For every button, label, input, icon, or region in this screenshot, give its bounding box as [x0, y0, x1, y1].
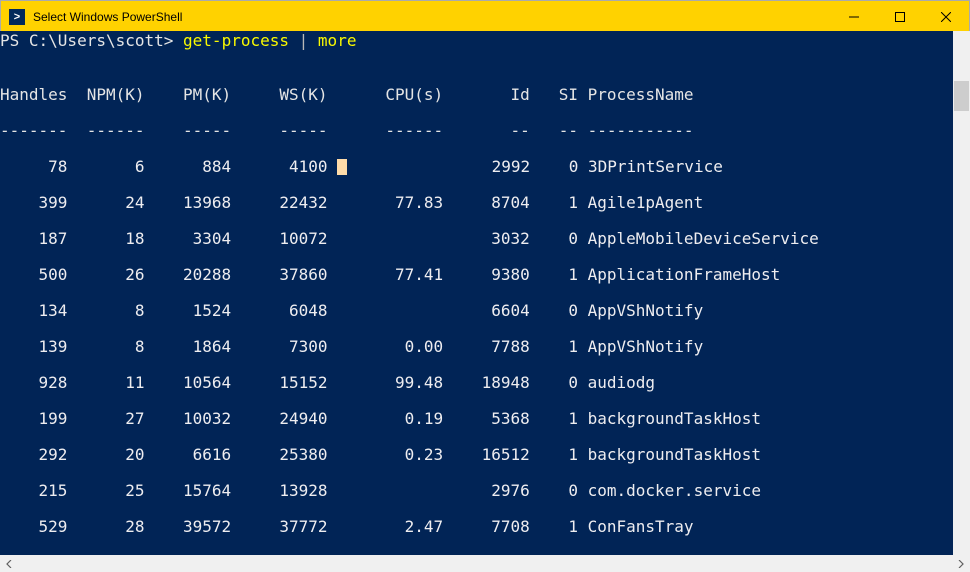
table-row: 928 11 10564 15152 99.48 18948 0 audiodg [0, 374, 970, 392]
minimize-button[interactable] [831, 1, 877, 32]
table-row: 399 24 13968 22432 77.83 8704 1 Agile1pA… [0, 194, 970, 212]
table-row: 500 26 20288 37860 77.41 9380 1 Applicat… [0, 266, 970, 284]
table-row: 78 6 884 4100 2992 0 3DPrintService [0, 158, 970, 176]
table-row: 134 8 1524 6048 6604 0 AppVShNotify [0, 302, 970, 320]
scroll-right-arrow[interactable] [955, 558, 967, 570]
prompt-path: PS C:\Users\scott> [0, 31, 173, 50]
table-row: 215 25 15764 13928 2976 0 com.docker.ser… [0, 482, 970, 500]
maximize-button[interactable] [877, 1, 923, 32]
prompt-pager: more [318, 31, 357, 50]
column-underline: ------- ------ ----- ----- ------ -- -- … [0, 122, 970, 140]
column-headers: Handles NPM(K) PM(K) WS(K) CPU(s) Id SI … [0, 86, 970, 104]
prompt-command: get-process [183, 31, 289, 50]
terminal-output[interactable]: PS C:\Users\scott> get-process | more Ha… [0, 31, 970, 555]
scroll-left-arrow[interactable] [3, 558, 15, 570]
table-row: 139 8 1864 7300 0.00 7788 1 AppVShNotify [0, 338, 970, 356]
table-row: 529 28 39572 37772 2.47 7708 1 ConFansTr… [0, 518, 970, 536]
vertical-scroll-thumb[interactable] [954, 81, 969, 111]
pipe-symbol: | [299, 31, 309, 50]
titlebar[interactable]: > Select Windows PowerShell [1, 1, 969, 32]
cursor [337, 159, 347, 175]
horizontal-scrollbar[interactable] [0, 555, 970, 572]
close-button[interactable] [923, 1, 969, 32]
vertical-scrollbar[interactable] [953, 31, 970, 555]
window-title: Select Windows PowerShell [33, 10, 831, 24]
table-row: 292 20 6616 25380 0.23 16512 1 backgroun… [0, 446, 970, 464]
powershell-icon: > [9, 9, 25, 25]
table-row: 187 18 3304 10072 3032 0 AppleMobileDevi… [0, 230, 970, 248]
table-row: 199 27 10032 24940 0.19 5368 1 backgroun… [0, 410, 970, 428]
